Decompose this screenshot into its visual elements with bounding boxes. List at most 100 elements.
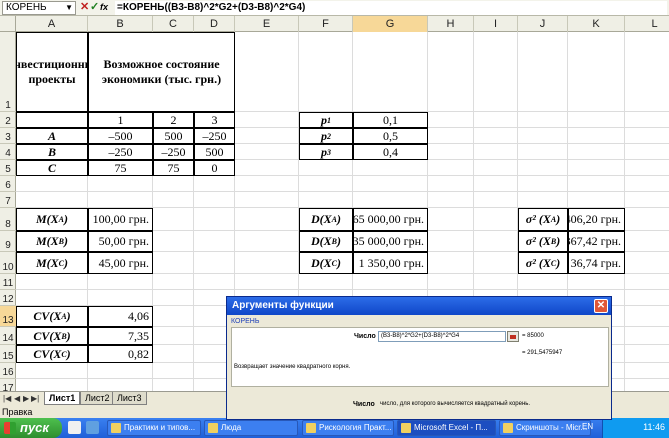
grid-cell[interactable] — [625, 144, 669, 160]
cell-project-row_a[interactable]: A — [16, 128, 88, 144]
fx-icon[interactable]: fx — [100, 1, 108, 14]
column-header-e[interactable]: E — [235, 16, 299, 32]
cell-sigma-value[interactable]: 36,74 грн. — [568, 252, 625, 274]
cell-states-header[interactable]: Возможное состояние экономики (тыс. грн.… — [88, 32, 235, 112]
column-header-c[interactable]: C — [153, 16, 194, 32]
cancel-icon[interactable]: ✕ — [80, 1, 89, 14]
cell-value[interactable]: 75 — [88, 160, 153, 176]
row-header-1[interactable]: 1 — [0, 32, 16, 112]
cell-prob-label[interactable]: p1 — [299, 112, 353, 128]
grid-cell[interactable] — [625, 32, 669, 112]
grid-cell[interactable] — [625, 231, 669, 252]
grid-cell[interactable] — [16, 363, 88, 379]
grid-cell[interactable] — [428, 160, 474, 176]
column-header-d[interactable]: D — [194, 16, 235, 32]
cell-state-2[interactable]: 2 — [153, 112, 194, 128]
cell-sigma-label[interactable]: σ² (X B) — [518, 231, 568, 252]
row-header-7[interactable]: 7 — [0, 192, 16, 208]
column-header-f[interactable]: F — [299, 16, 353, 32]
column-header-a[interactable]: A — [16, 16, 88, 32]
grid-cell[interactable] — [299, 192, 353, 208]
grid-cell[interactable] — [428, 252, 474, 274]
cell-value[interactable]: 500 — [194, 144, 235, 160]
cell-sigma-value[interactable]: 367,42 грн. — [568, 231, 625, 252]
column-header-b[interactable]: B — [88, 16, 153, 32]
grid-cell[interactable] — [153, 363, 194, 379]
cell-mean-value[interactable]: 50,00 грн. — [88, 231, 153, 252]
grid-cell[interactable] — [474, 208, 518, 231]
grid-cell[interactable] — [428, 128, 474, 144]
grid-cell[interactable] — [428, 208, 474, 231]
grid-cell[interactable] — [518, 128, 568, 144]
cell-variance-value[interactable]: 1 350,00 грн. — [353, 252, 428, 274]
grid-cell[interactable] — [194, 192, 235, 208]
grid-cell[interactable] — [194, 252, 235, 274]
quicklaunch-browser-icon[interactable] — [86, 421, 99, 434]
cell-variance-value[interactable]: 135 000,00 грн. — [353, 231, 428, 252]
taskbar-item[interactable]: Microsoft Excel - П... — [397, 420, 496, 436]
grid-cell[interactable] — [353, 32, 428, 112]
row-header-8[interactable]: 8 — [0, 208, 16, 231]
grid-cell[interactable] — [568, 144, 625, 160]
cell-project-row_c[interactable]: C — [16, 160, 88, 176]
grid-cell[interactable] — [625, 160, 669, 176]
first-sheet-icon[interactable]: |◀ — [3, 394, 11, 403]
cell-value[interactable]: –250 — [88, 144, 153, 160]
collapse-dialog-icon[interactable] — [507, 331, 519, 342]
grid-cell[interactable] — [474, 112, 518, 128]
grid-cell[interactable] — [153, 306, 194, 327]
cell-variance-label[interactable]: D(X B) — [299, 231, 353, 252]
grid-cell[interactable] — [153, 274, 194, 290]
grid-cell[interactable] — [153, 176, 194, 192]
grid-cell[interactable] — [428, 192, 474, 208]
grid-cell[interactable] — [474, 231, 518, 252]
row-header-9[interactable]: 9 — [0, 231, 16, 252]
cell-value[interactable]: 0 — [194, 160, 235, 176]
grid-cell[interactable] — [153, 327, 194, 345]
grid-cell[interactable] — [518, 32, 568, 112]
grid-cell[interactable] — [568, 192, 625, 208]
cell-projects-header[interactable]: Инвестиционные проекты — [16, 32, 88, 112]
grid-cell[interactable] — [16, 274, 88, 290]
grid-cell[interactable] — [353, 160, 428, 176]
cell-mean-label[interactable]: M(X A) — [16, 208, 88, 231]
grid-cell[interactable] — [153, 252, 194, 274]
grid-cell[interactable] — [194, 231, 235, 252]
enter-icon[interactable]: ✓ — [90, 1, 99, 14]
grid-cell[interactable] — [153, 192, 194, 208]
grid-cell[interactable] — [474, 192, 518, 208]
dialog-title-bar[interactable]: Аргументы функции ✕ — [227, 297, 611, 315]
column-header-g[interactable]: G — [353, 16, 428, 32]
row-header-4[interactable]: 4 — [0, 144, 16, 160]
grid-cell[interactable] — [235, 208, 299, 231]
row-header-14[interactable]: 14 — [0, 327, 16, 345]
grid-cell[interactable] — [474, 274, 518, 290]
grid-cell[interactable] — [625, 345, 669, 363]
grid-cell[interactable] — [153, 379, 194, 391]
grid-cell[interactable] — [474, 144, 518, 160]
grid-cell[interactable] — [625, 379, 669, 391]
grid-cell[interactable] — [299, 160, 353, 176]
cell-a2[interactable] — [16, 112, 88, 128]
grid-cell[interactable] — [88, 379, 153, 391]
grid-cell[interactable] — [353, 192, 428, 208]
row-header-3[interactable]: 3 — [0, 128, 16, 144]
grid-cell[interactable] — [235, 252, 299, 274]
grid-cell[interactable] — [428, 176, 474, 192]
grid-cell[interactable] — [518, 112, 568, 128]
chevron-down-icon[interactable]: ▼ — [65, 2, 73, 14]
row-header-13[interactable]: 13 — [0, 306, 16, 327]
grid-cell[interactable] — [625, 176, 669, 192]
grid-cell[interactable] — [16, 192, 88, 208]
row-header-2[interactable]: 2 — [0, 112, 16, 128]
tab-list3[interactable]: Лист3 — [112, 392, 147, 405]
cell-prob-label[interactable]: p3 — [299, 144, 353, 160]
cell-sigma-label[interactable]: σ² (X C) — [518, 252, 568, 274]
next-sheet-icon[interactable]: ▶ — [23, 394, 29, 403]
grid-cell[interactable] — [428, 274, 474, 290]
cell-mean-value[interactable]: 100,00 грн. — [88, 208, 153, 231]
cell-value[interactable]: 500 — [153, 128, 194, 144]
row-header-16[interactable]: 16 — [0, 363, 16, 379]
grid-cell[interactable] — [235, 112, 299, 128]
grid-cell[interactable] — [153, 345, 194, 363]
